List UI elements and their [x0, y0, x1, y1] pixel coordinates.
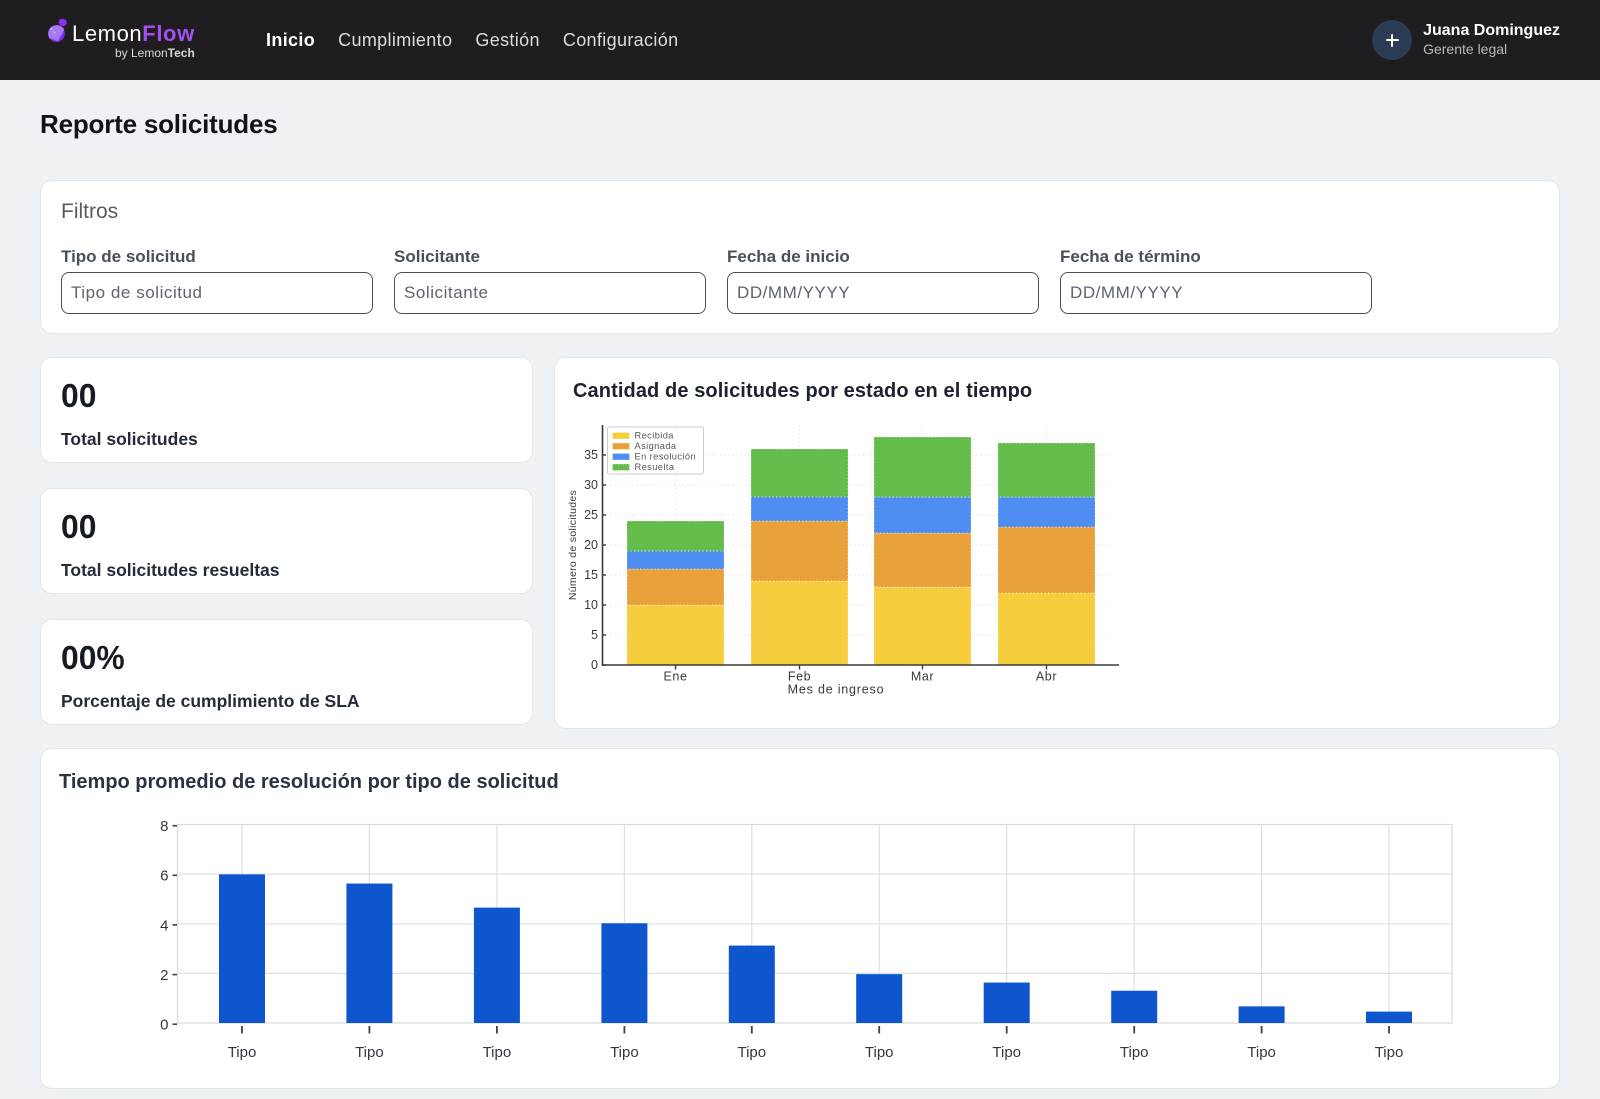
svg-text:Tipo: Tipo — [228, 1044, 257, 1061]
svg-text:Abr: Abr — [1036, 670, 1057, 684]
svg-text:Tipo: Tipo — [1375, 1044, 1404, 1061]
svg-text:Tipo: Tipo — [355, 1044, 384, 1061]
svg-text:Tipo: Tipo — [1120, 1044, 1149, 1061]
svg-text:En resolución: En resolución — [635, 452, 697, 462]
svg-text:Tipo: Tipo — [1247, 1044, 1276, 1061]
svg-text:Resuelta: Resuelta — [635, 462, 675, 472]
svg-text:0: 0 — [591, 658, 598, 672]
svg-text:10: 10 — [584, 598, 598, 612]
svg-text:4: 4 — [160, 917, 168, 934]
svg-text:30: 30 — [584, 478, 598, 492]
svg-text:Recibida: Recibida — [635, 431, 675, 441]
svg-text:Mar: Mar — [911, 670, 934, 684]
svg-text:5: 5 — [591, 628, 598, 642]
svg-text:Feb: Feb — [788, 670, 811, 684]
svg-text:Tipo: Tipo — [992, 1044, 1021, 1061]
svg-text:Mes de ingreso: Mes de ingreso — [788, 683, 885, 697]
svg-text:2: 2 — [160, 967, 168, 984]
svg-text:Tipo: Tipo — [610, 1044, 639, 1061]
svg-text:Tipo: Tipo — [865, 1044, 894, 1061]
svg-text:Tipo: Tipo — [737, 1044, 766, 1061]
svg-text:Número de solicitudes: Número de solicitudes — [567, 490, 579, 600]
svg-text:20: 20 — [584, 538, 598, 552]
svg-text:Ene: Ene — [663, 670, 687, 684]
svg-text:Asignada: Asignada — [635, 441, 677, 451]
svg-text:35: 35 — [584, 448, 598, 462]
svg-text:Tipo: Tipo — [483, 1044, 512, 1061]
svg-text:8: 8 — [160, 818, 168, 835]
svg-text:25: 25 — [584, 508, 598, 522]
svg-text:6: 6 — [160, 868, 168, 885]
svg-text:15: 15 — [584, 568, 598, 582]
svg-text:0: 0 — [160, 1017, 168, 1034]
